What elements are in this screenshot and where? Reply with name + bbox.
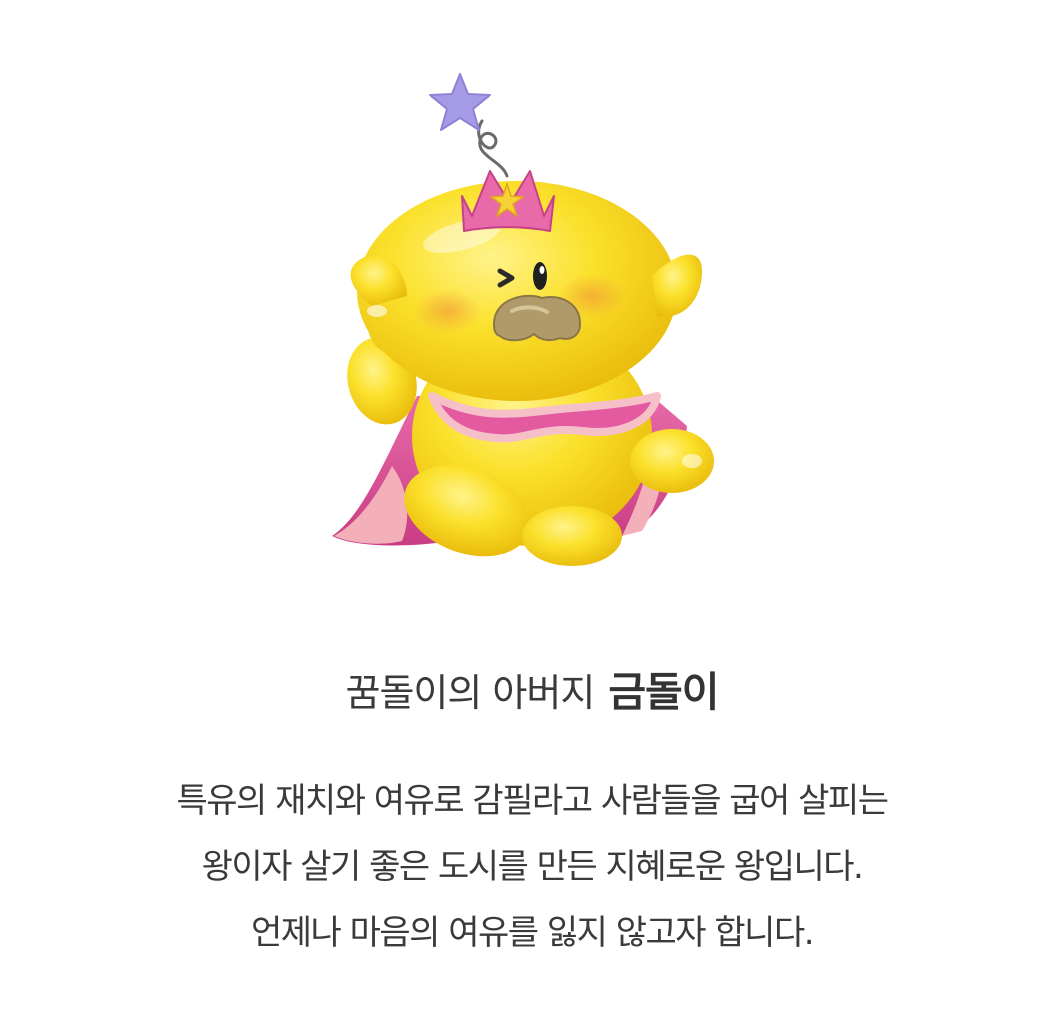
character-description: 특유의 재치와 여유로 감필라고 사람들을 굽어 살피는 왕이자 살기 좋은 도… xyxy=(0,768,1064,966)
character-illustration xyxy=(322,66,732,576)
intro-prefix: 꿈돌이의 아버지 xyxy=(345,671,596,715)
character-name: 금돌이 xyxy=(608,668,719,716)
king-character-graphic xyxy=(332,73,714,566)
description-line: 특유의 재치와 여유로 감필라고 사람들을 굽어 살피는 xyxy=(176,781,889,821)
character-intro-heading: 꿈돌이의 아버지 금돌이 xyxy=(0,665,1064,720)
description-line: 언제나 마음의 여유를 잃지 않고자 합니다. xyxy=(250,913,815,953)
description-line: 왕이자 살기 좋은 도시를 만든 지혜로운 왕입니다. xyxy=(201,847,864,887)
